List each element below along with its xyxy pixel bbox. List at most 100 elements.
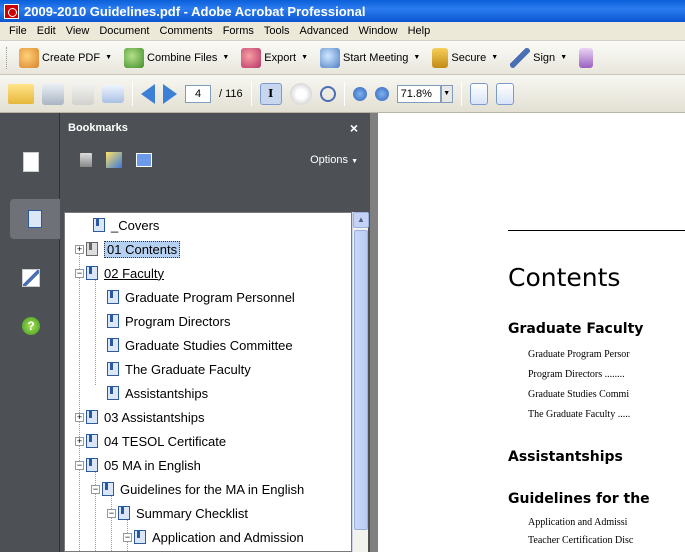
collapse-toggle[interactable]: − (75, 460, 84, 470)
lock-icon (432, 47, 449, 68)
menu-comments[interactable]: Comments (155, 25, 218, 37)
fit-page-icon[interactable] (495, 82, 514, 105)
collapse-toggle[interactable]: − (91, 484, 100, 494)
bookmarks-scrollbar[interactable]: ▲ (352, 212, 369, 552)
menu-forms[interactable]: Forms (218, 25, 259, 37)
zoom-level-input[interactable]: 71.8% (396, 84, 441, 103)
previous-page-icon[interactable] (141, 83, 155, 104)
toc-entry: Program Directors ........ (528, 369, 625, 380)
menu-edit[interactable]: Edit (32, 25, 61, 37)
bookmark-program-directors[interactable]: Program Directors (107, 311, 230, 331)
chevron-down-icon: ▼ (222, 54, 230, 61)
hand-tool-icon[interactable] (289, 82, 312, 105)
zoom-dropdown-chevron-icon[interactable]: ▼ (440, 84, 453, 103)
collapse-toggle[interactable]: − (75, 268, 84, 278)
menu-view[interactable]: View (61, 25, 95, 37)
close-icon[interactable]: × (350, 120, 358, 136)
create-pdf-button[interactable]: Create PDF ▼ (15, 46, 116, 70)
bookmark-icon (107, 314, 119, 328)
signatures-panel-button[interactable] (18, 263, 44, 293)
bookmark-05-ma-in-english[interactable]: − 05 MA in English (75, 455, 201, 475)
toc-entry: The Graduate Faculty ..... (528, 409, 631, 420)
collapse-toggle[interactable]: − (107, 508, 116, 518)
bookmark-guidelines-ma-english[interactable]: − Guidelines for the MA in English (91, 479, 304, 499)
zoom-out-icon[interactable] (352, 86, 367, 101)
bookmark-graduate-program-personnel[interactable]: Graduate Program Personnel (107, 287, 295, 307)
expand-toggle[interactable]: + (75, 244, 84, 254)
zoom-tool-icon[interactable] (319, 85, 336, 102)
toolbar-separator (460, 81, 462, 106)
menu-window[interactable]: Window (353, 25, 402, 37)
section-heading: Assistantships (508, 449, 623, 465)
bookmark-graduate-studies-committee[interactable]: Graduate Studies Committee (107, 335, 293, 355)
trash-icon[interactable] (80, 153, 92, 167)
select-tool-icon[interactable]: I (259, 82, 282, 105)
form-icon (579, 47, 594, 68)
bookmark-label: Program Directors (125, 313, 231, 329)
page-number-input[interactable]: 4 (185, 84, 211, 103)
bookmark-the-graduate-faculty[interactable]: The Graduate Faculty (107, 359, 251, 379)
bookmark-from-structure-icon[interactable] (136, 153, 152, 167)
bookmark-02-faculty[interactable]: − 02 Faculty (75, 263, 164, 283)
bookmark-icon (86, 242, 98, 256)
start-meeting-button[interactable]: Start Meeting ▼ (316, 46, 424, 70)
bookmark-summary-checklist[interactable]: − Summary Checklist (107, 503, 248, 523)
chevron-down-icon: ▼ (560, 54, 568, 61)
bookmark-assistantships[interactable]: Assistantships (107, 383, 208, 403)
bookmarks-panel-button[interactable] (10, 199, 60, 239)
options-menu[interactable]: Options ▼ (310, 154, 358, 166)
chevron-down-icon: ▼ (351, 158, 358, 165)
save-icon[interactable] (72, 82, 94, 105)
menu-file[interactable]: File (4, 25, 32, 37)
zoom-in-icon[interactable] (374, 86, 389, 101)
sign-button[interactable]: Sign ▼ (506, 46, 571, 70)
fit-width-icon[interactable] (469, 82, 488, 105)
menu-help[interactable]: Help (403, 25, 436, 37)
bookmarks-tree: _Covers + 01 Contents − 02 Faculty Gradu… (64, 212, 352, 552)
export-label: Export (264, 51, 297, 64)
expand-toggle[interactable]: + (75, 436, 84, 446)
menu-advanced[interactable]: Advanced (295, 25, 354, 37)
expand-toggle[interactable]: + (75, 412, 84, 422)
bookmark-icon (86, 434, 98, 448)
bookmark-icon (118, 506, 130, 520)
email-icon[interactable] (102, 84, 124, 103)
bookmark-label: Application and Admission (152, 529, 304, 545)
bookmark-covers[interactable]: _Covers (93, 215, 159, 235)
scrollbar-thumb[interactable] (354, 230, 368, 530)
bookmark-label: Graduate Studies Committee (125, 337, 293, 353)
bookmark-icon (102, 482, 114, 496)
bookmark-icon (86, 266, 98, 280)
combine-files-button[interactable]: Combine Files ▼ (120, 46, 233, 70)
pdf-page: Contents Graduate Faculty Graduate Progr… (378, 113, 685, 552)
toolbar-grip[interactable] (6, 46, 9, 69)
help-button[interactable]: ? (18, 311, 44, 341)
bookmark-application-and-admission[interactable]: − Application and Admission (123, 527, 304, 547)
menu-document[interactable]: Document (94, 25, 154, 37)
open-folder-icon[interactable] (8, 83, 34, 104)
page-heading: Contents (508, 263, 621, 292)
bookmark-icon (107, 290, 119, 304)
forms-button[interactable] (575, 46, 597, 70)
document-viewport[interactable]: Contents Graduate Faculty Graduate Progr… (370, 113, 685, 552)
scroll-up-icon[interactable]: ▲ (353, 212, 369, 228)
bookmark-04-tesol-certificate[interactable]: + 04 TESOL Certificate (75, 431, 226, 451)
toc-entry: Graduate Program Persor (528, 349, 630, 360)
print-icon[interactable] (42, 82, 64, 105)
bookmark-label: 03 Assistantships (104, 409, 205, 425)
export-button[interactable]: Export ▼ (237, 46, 312, 70)
bookmark-icon (107, 362, 119, 376)
sign-label: Sign (533, 51, 556, 64)
pages-panel-button[interactable] (18, 147, 44, 177)
next-page-icon[interactable] (163, 83, 177, 104)
new-bookmark-icon[interactable] (106, 152, 122, 168)
bookmark-03-assistantships[interactable]: + 03 Assistantships (75, 407, 204, 427)
bookmark-icon (86, 458, 98, 472)
secure-button[interactable]: Secure ▼ (428, 46, 502, 70)
tree-connector (79, 249, 80, 551)
bookmark-01-contents[interactable]: + 01 Contents (75, 239, 181, 259)
help-icon: ? (22, 317, 40, 335)
menu-tools[interactable]: Tools (259, 25, 295, 37)
collapse-toggle[interactable]: − (123, 532, 132, 542)
chevron-down-icon: ▼ (491, 54, 499, 61)
